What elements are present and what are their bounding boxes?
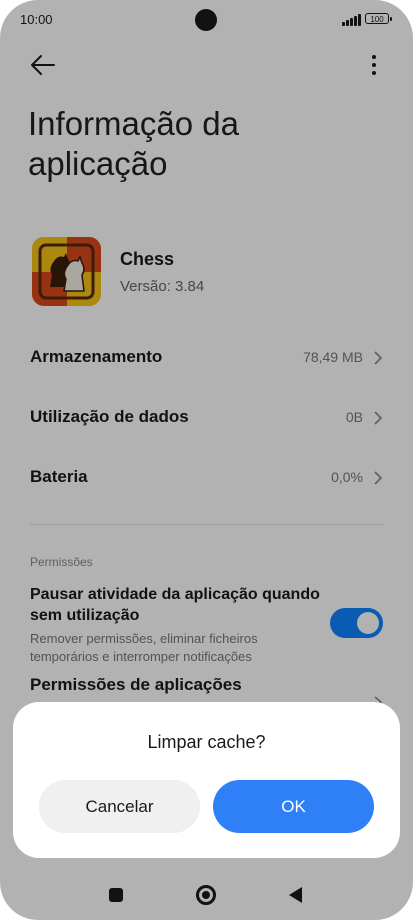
dialog-title: Limpar cache? [147, 732, 266, 752]
ok-button[interactable]: OK [213, 780, 374, 833]
phone-screen: 10:00 100 Informação da aplicação Chess … [0, 0, 413, 920]
clear-cache-dialog: Limpar cache? Cancelar OK [13, 702, 400, 858]
cancel-button[interactable]: Cancelar [39, 780, 200, 833]
